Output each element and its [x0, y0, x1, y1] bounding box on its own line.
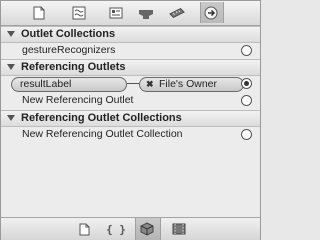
- connection-circle-icon[interactable]: [241, 95, 252, 106]
- outlet-collections-header[interactable]: Outlet Collections: [1, 26, 260, 43]
- outlet-label: New Referencing Outlet Collection: [22, 128, 183, 140]
- outlet-target-pill[interactable]: ✖ File's Owner: [139, 77, 244, 92]
- referencing-outlets-header[interactable]: Referencing Outlets: [1, 59, 260, 76]
- disclosure-triangle-icon[interactable]: [7, 115, 15, 121]
- file-template-icon[interactable]: [76, 221, 92, 237]
- outlet-label: gestureRecognizers: [22, 44, 116, 56]
- outlet-source-label: resultLabel: [20, 78, 72, 90]
- connections-inspector-panel: Outlet Collections gestureRecognizers Re…: [0, 0, 261, 240]
- new-referencing-outlet-collection-row: New Referencing Outlet Collection: [1, 126, 260, 143]
- outlet-row-gesture-recognizers: gestureRecognizers: [1, 42, 260, 59]
- file-inspector-icon[interactable]: [31, 5, 47, 21]
- connection-line: [127, 83, 139, 84]
- referencing-outlet-collections-header[interactable]: Referencing Outlet Collections: [1, 110, 260, 127]
- inspector-toolbar: [1, 1, 260, 26]
- code-snippet-icon[interactable]: { }: [105, 221, 127, 237]
- quick-help-icon[interactable]: [71, 5, 87, 21]
- attributes-inspector-icon[interactable]: [138, 5, 154, 21]
- section-title: Referencing Outlets: [21, 61, 126, 73]
- referencing-outlet-connection: resultLabel ✖ File's Owner: [1, 75, 260, 92]
- object-library-icon[interactable]: [139, 221, 155, 237]
- library-bar: { }: [1, 217, 260, 240]
- connections-inspector-icon[interactable]: [203, 5, 219, 21]
- media-library-icon[interactable]: [171, 221, 187, 237]
- section-title: Outlet Collections: [21, 28, 116, 40]
- size-inspector-icon[interactable]: [169, 5, 185, 21]
- outlet-label: New Referencing Outlet: [22, 94, 134, 106]
- connected-circle-icon[interactable]: [241, 78, 252, 89]
- outlet-target-label: File's Owner: [159, 78, 218, 90]
- outlet-source-pill[interactable]: resultLabel: [11, 77, 127, 92]
- new-referencing-outlet-row: New Referencing Outlet: [1, 92, 260, 109]
- identity-inspector-icon[interactable]: [108, 5, 124, 21]
- disclosure-triangle-icon[interactable]: [7, 31, 15, 37]
- connection-circle-icon[interactable]: [241, 45, 252, 56]
- disconnect-icon[interactable]: ✖: [146, 78, 154, 91]
- disclosure-triangle-icon[interactable]: [7, 64, 15, 70]
- connection-circle-icon[interactable]: [241, 129, 252, 140]
- section-title: Referencing Outlet Collections: [21, 112, 182, 124]
